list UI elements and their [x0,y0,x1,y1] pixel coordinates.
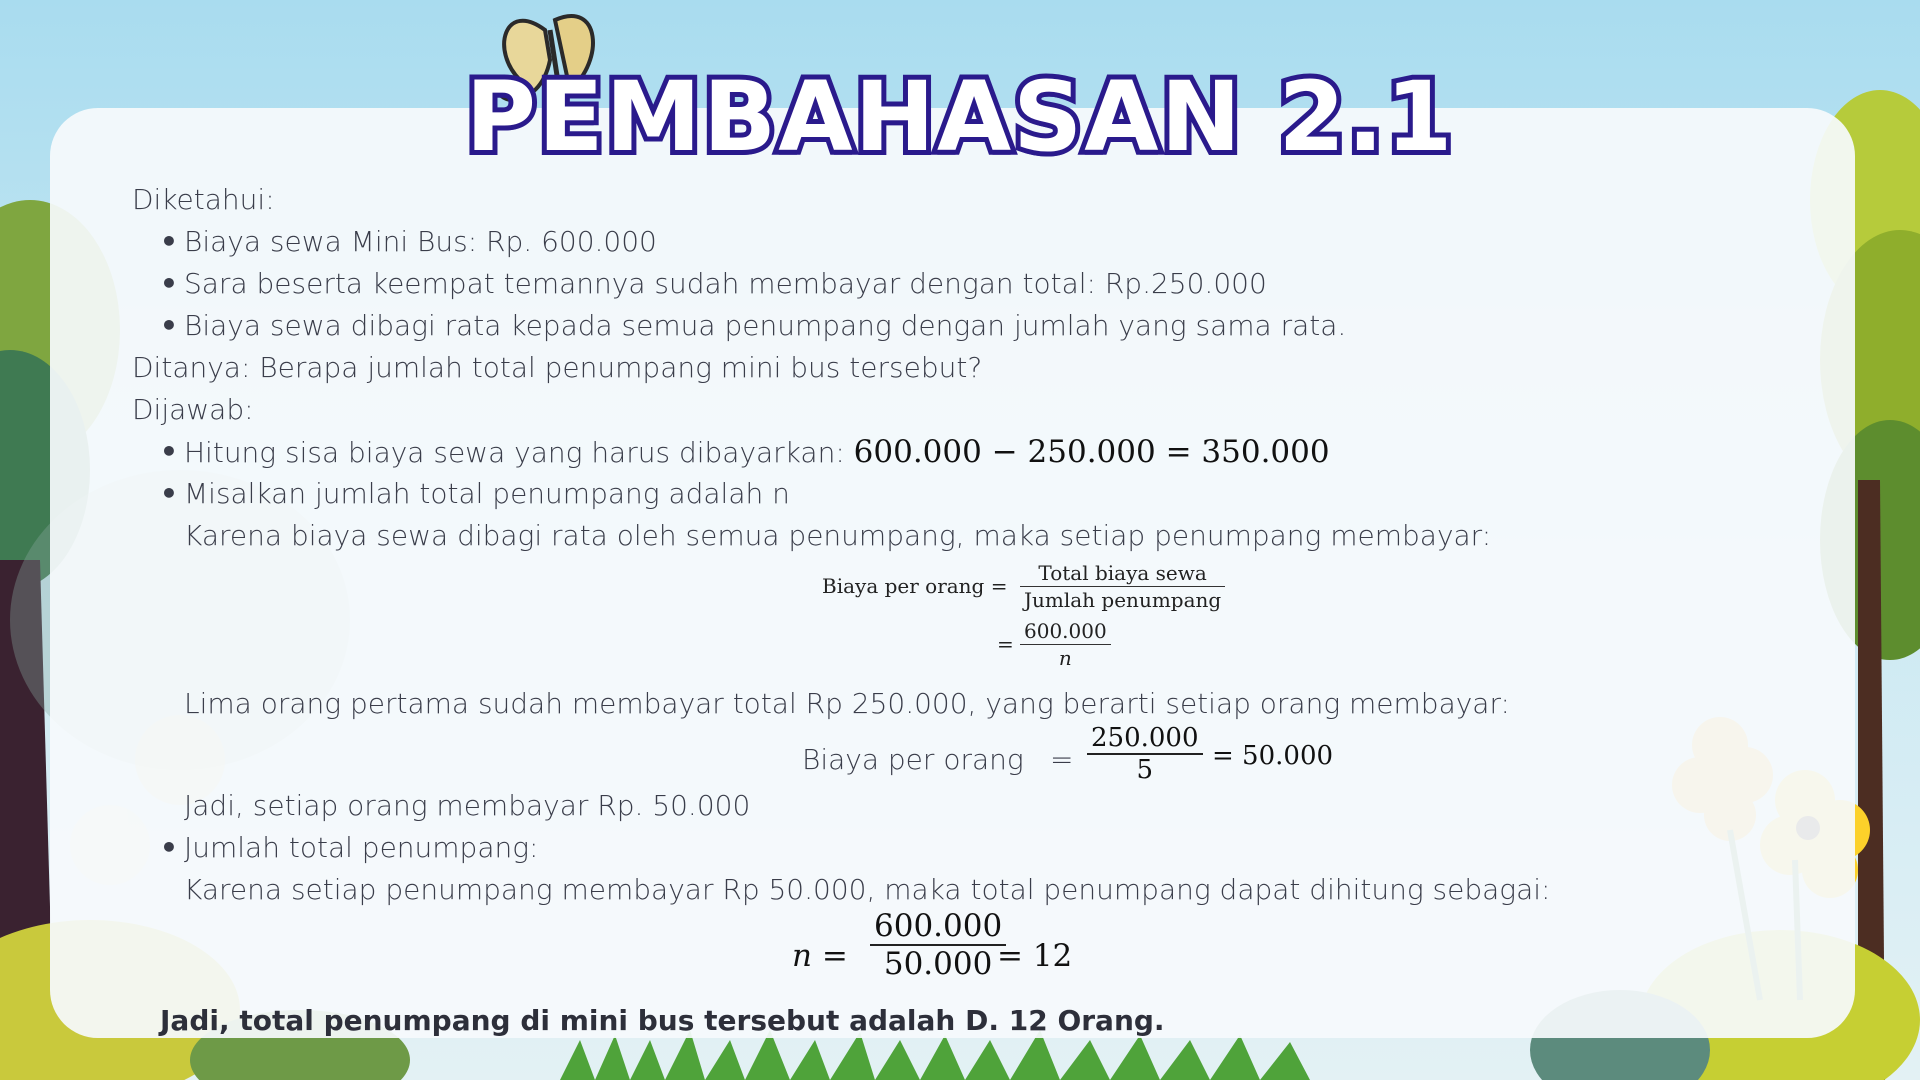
step2-explain: Karena biaya sewa dibagi rata oleh semua… [184,519,1492,552]
formula3-numerator: 600.000 [870,908,1007,946]
step2-text: Misalkan jumlah total penumpang adalah n [160,476,790,512]
diketahui-item-3: Biaya sewa dibagi rata kepada semua penu… [160,308,1346,344]
step3-result: Jadi, setiap orang membayar Rp. 50.000 [184,789,751,822]
formula3-lhs: n = [792,938,848,974]
formula3-fraction: 600.000 50.000 [870,908,1007,982]
formula1-eq2: = [997,632,1014,656]
formula1-denominator: Jumlah penumpang [1024,588,1222,612]
formula1-numerator2: 600.000 [1020,618,1111,645]
ditanya-text: Ditanya: Berapa jumlah total penumpang m… [132,351,983,384]
formula2-numerator: 250.000 [1087,723,1203,755]
page-title: PEMBAHASAN 2.1 [461,57,1458,177]
formula3-denominator: 50.000 [883,946,993,982]
formula2-result: = 50.000 [1212,741,1334,771]
formula2-fraction: 250.000 5 [1087,723,1203,785]
formula1-fraction2: 600.000 n [1020,618,1111,671]
formula1-fraction: Total biaya sewa Jumlah penumpang [1020,560,1226,613]
step4-explain: Karena setiap penumpang membayar Rp 50.0… [184,873,1551,906]
formula1-denominator2: n [1058,646,1072,670]
formula-total-penumpang: n = 600.000 50.000 = 12 [792,908,1092,1008]
formula2-eq: = [1050,743,1074,776]
formula2-denominator: 5 [1136,755,1154,785]
formula2-lhs: Biaya per orang [802,743,1024,776]
formula1-lhs: Biaya per orang = [822,574,1008,598]
diketahui-item-2: Sara beserta keempat temannya sudah memb… [160,266,1267,302]
diketahui-item-1: Biaya sewa Mini Bus: Rp. 600.000 [160,224,657,260]
formula1-numerator: Total biaya sewa [1020,560,1226,587]
step4-text: Jumlah total penumpang: [160,830,539,866]
diketahui-label: Diketahui: [132,183,275,216]
conclusion-text: Jadi, total penumpang di mini bus terseb… [160,1004,1165,1037]
formula3-result: = 12 [997,938,1073,974]
step1: Hitung sisa biaya sewa yang harus dibaya… [160,434,1330,471]
dijawab-label: Dijawab: [132,393,254,426]
step1-math: 600.000 − 250.000 = 350.000 [853,434,1330,470]
formula-per-orang-calc: Biaya per orang = 250.000 5 = 50.000 [802,723,1333,803]
step3-text: Lima orang pertama sudah membayar total … [184,687,1510,720]
step1-text: Hitung sisa biaya sewa yang harus dibaya… [184,436,845,469]
